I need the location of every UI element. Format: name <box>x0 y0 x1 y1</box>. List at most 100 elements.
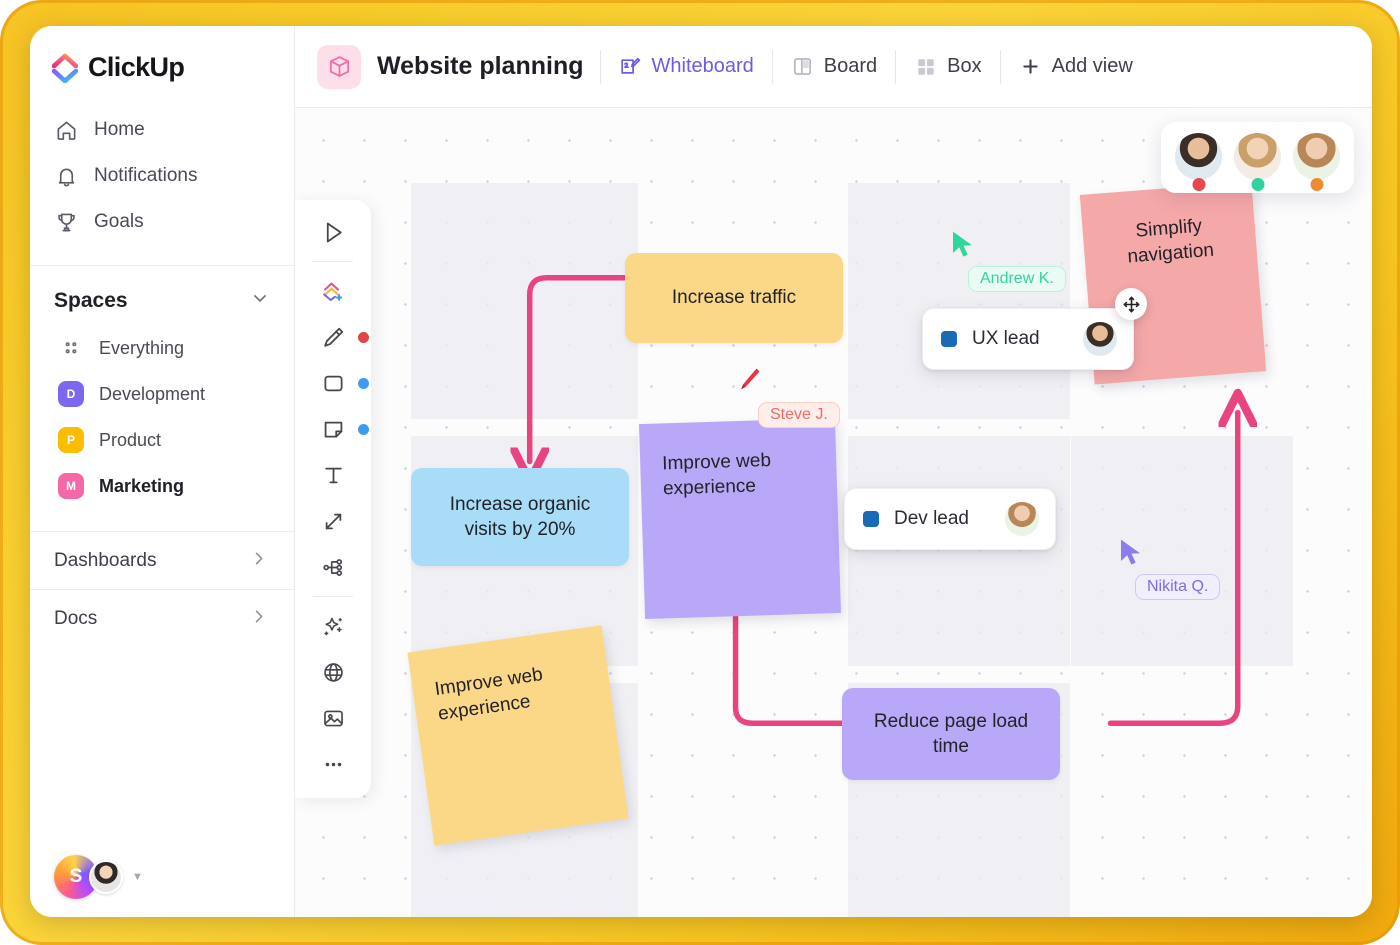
mindmap-tool[interactable] <box>307 545 359 589</box>
sidebar-item-label: Dashboards <box>54 550 156 572</box>
gold-window-frame: ClickUp Home Notifications <box>0 0 1400 945</box>
sidebar: ClickUp Home Notifications <box>30 26 295 917</box>
toolbar-divider <box>313 596 353 597</box>
user-avatar[interactable] <box>89 860 123 894</box>
grid-dots-icon <box>58 335 84 361</box>
board-icon <box>791 55 815 79</box>
frame-region <box>411 183 638 419</box>
tab-box[interactable]: Box <box>912 52 983 82</box>
space-label: Everything <box>99 338 184 359</box>
spaces-list: Everything D Development P Product M Mar… <box>30 325 294 509</box>
sidebar-item-product[interactable]: P Product <box>30 417 294 463</box>
frame-region <box>848 183 1070 419</box>
status-dot <box>1192 178 1205 191</box>
toolbar-divider <box>313 261 353 262</box>
cursor-arrow-icon <box>951 230 977 260</box>
whiteboard-toolbar <box>295 200 371 798</box>
space-badge: D <box>58 381 84 407</box>
tab-whiteboard[interactable]: Whiteboard <box>617 52 756 82</box>
sticky-improve-web-experience-yellow[interactable]: Improve web experience <box>407 625 628 845</box>
shape-text: Reduce page load time <box>860 709 1042 759</box>
task-chip-dev-lead[interactable]: Dev lead <box>844 488 1056 550</box>
select-cursor-tool[interactable] <box>307 210 359 254</box>
avatar[interactable] <box>1175 133 1222 180</box>
shape-text: Increase organic visits by 20% <box>433 492 607 542</box>
sidebar-item-label: Docs <box>54 608 97 630</box>
draw-shapes-tool[interactable] <box>307 269 359 313</box>
tab-separator <box>895 50 896 84</box>
clickup-logo[interactable]: ClickUp <box>30 26 294 105</box>
sidebar-item-marketing[interactable]: M Marketing <box>30 463 294 509</box>
cursor-label: Steve J. <box>758 402 840 428</box>
sidebar-item-home[interactable]: Home <box>30 107 294 153</box>
tab-separator <box>600 50 601 84</box>
chevron-right-icon <box>249 607 268 631</box>
pen-highlighter-tool[interactable] <box>307 315 359 359</box>
globe-embed-tool[interactable] <box>307 650 359 694</box>
image-tool[interactable] <box>307 696 359 740</box>
sidebar-item-label: Goals <box>94 211 144 233</box>
sidebar-item-development[interactable]: D Development <box>30 371 294 417</box>
task-chip-ux-lead[interactable]: UX lead <box>922 308 1134 370</box>
task-chip-label: Dev lead <box>894 508 1003 530</box>
magic-ai-tool[interactable] <box>307 604 359 648</box>
shape-reduce-page-load-time[interactable]: Reduce page load time <box>842 688 1060 780</box>
status-square-icon <box>941 331 957 347</box>
sticky-text: Simplify navigation <box>1104 211 1236 271</box>
cursor-steve-j: Steve J. <box>736 366 762 399</box>
add-view-button[interactable]: Add view <box>1017 52 1135 82</box>
clickup-wordmark: ClickUp <box>88 52 184 83</box>
space-badge: P <box>58 427 84 453</box>
pen-cursor-icon <box>736 366 762 394</box>
plus-icon <box>1019 55 1043 79</box>
status-square-icon <box>863 511 879 527</box>
sidebar-item-everything[interactable]: Everything <box>30 325 294 371</box>
avatar[interactable] <box>1234 133 1281 180</box>
chevron-down-icon[interactable]: ▼ <box>132 871 143 883</box>
more-tools[interactable] <box>307 742 359 786</box>
sticky-text: Improve web experience <box>662 447 816 502</box>
whiteboard-icon <box>619 55 643 79</box>
avatar[interactable] <box>1293 133 1340 180</box>
avatar[interactable] <box>1081 320 1119 358</box>
user-account-row[interactable]: S ▼ <box>54 855 143 899</box>
tab-separator <box>1000 50 1001 84</box>
frame-region <box>1071 436 1293 666</box>
add-view-label: Add view <box>1052 55 1133 78</box>
cube-icon <box>317 45 361 89</box>
sticky-improve-web-experience-purple[interactable]: Improve web experience <box>639 418 841 619</box>
sidebar-item-label: Home <box>94 119 145 141</box>
tab-board[interactable]: Board <box>789 52 879 82</box>
sticky-text: Improve web experience <box>433 656 591 727</box>
tool-color-dot <box>358 424 369 435</box>
space-badge: M <box>58 473 84 499</box>
sidebar-item-notifications[interactable]: Notifications <box>30 153 294 199</box>
sidebar-item-goals[interactable]: Goals <box>30 199 294 245</box>
avatar[interactable] <box>1003 500 1041 538</box>
home-icon <box>54 118 78 142</box>
sidebar-item-docs[interactable]: Docs <box>30 589 294 647</box>
move-handle[interactable] <box>1115 288 1147 320</box>
text-tool[interactable] <box>307 453 359 497</box>
spaces-title: Spaces <box>54 289 128 313</box>
whiteboard-canvas[interactable]: Increase traffic Increase organic visits… <box>295 108 1372 917</box>
sidebar-item-dashboards[interactable]: Dashboards <box>30 531 294 589</box>
tab-label: Board <box>824 55 877 78</box>
main-area: Website planning Whiteboard <box>295 26 1372 917</box>
clickup-app-window: ClickUp Home Notifications <box>30 26 1372 917</box>
cursor-label: Nikita Q. <box>1135 574 1220 600</box>
frame-region <box>848 436 1070 666</box>
shape-increase-organic-visits[interactable]: Increase organic visits by 20% <box>411 468 629 566</box>
connector-tool[interactable] <box>307 499 359 543</box>
task-chip-label: UX lead <box>972 328 1081 350</box>
sticky-note-tool[interactable] <box>307 407 359 451</box>
space-label: Product <box>99 430 161 451</box>
shape-increase-traffic[interactable]: Increase traffic <box>625 253 843 343</box>
cursor-nikita-q: Nikita Q. <box>1119 538 1145 573</box>
tab-label: Box <box>947 55 981 78</box>
spaces-header[interactable]: Spaces <box>30 266 294 325</box>
space-label: Marketing <box>99 476 184 497</box>
chevron-down-icon[interactable] <box>250 288 270 313</box>
rectangle-tool[interactable] <box>307 361 359 405</box>
clickup-logo-icon <box>52 53 78 83</box>
